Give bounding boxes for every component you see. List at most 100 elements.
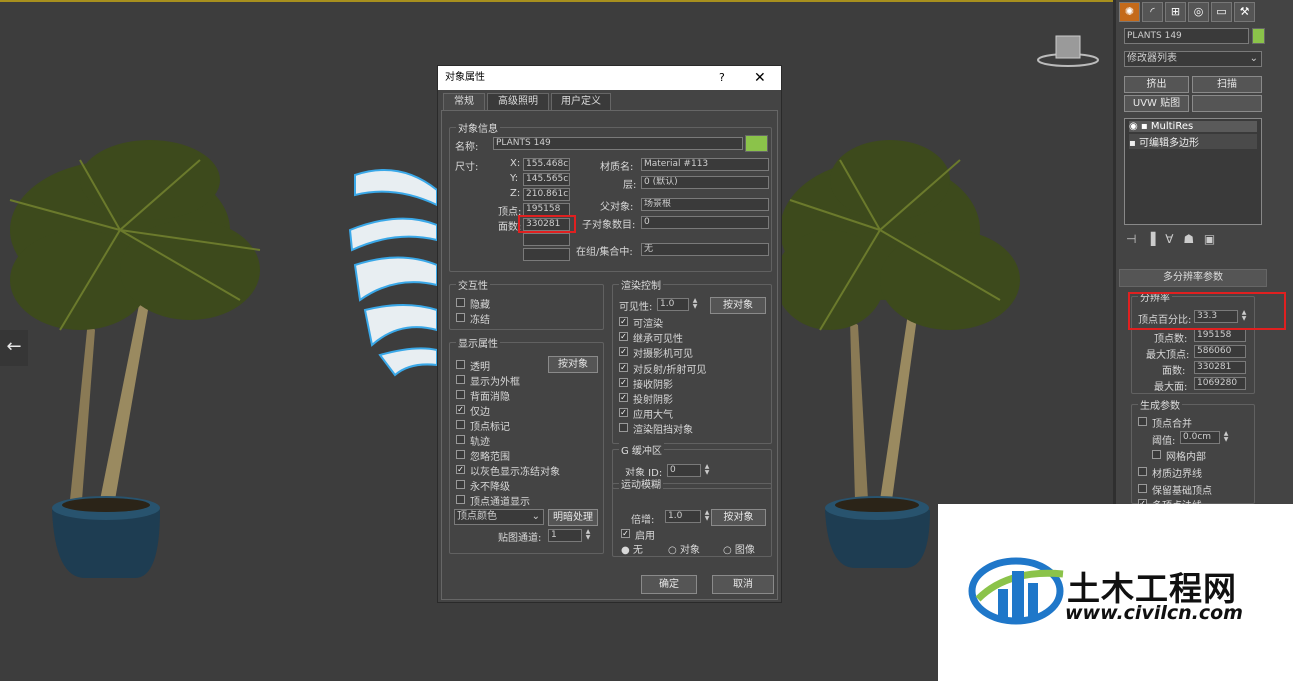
render-checkbox-label: 对摄影机可见: [633, 349, 693, 361]
render-title: 渲染控制: [619, 277, 663, 292]
motion-tab-icon[interactable]: ◎: [1188, 2, 1209, 22]
render-by-object-button[interactable]: 按对象: [710, 297, 766, 314]
stack-item-multires[interactable]: ◉ ▪ MultiRes: [1129, 121, 1257, 132]
utilities-tab-icon[interactable]: ⚒: [1234, 2, 1255, 22]
keep-base-checkbox[interactable]: [1138, 484, 1147, 493]
display-checkbox-label: 以灰色显示冻结对象: [470, 467, 560, 478]
shading-button[interactable]: 明暗处理: [548, 509, 598, 526]
faces-highlight-box: [518, 215, 576, 233]
keep-base-label: 保留基础顶点: [1152, 486, 1212, 497]
panel-color-swatch[interactable]: [1252, 28, 1265, 44]
radio-none[interactable]: ● 无: [621, 541, 643, 556]
display-tab-icon[interactable]: ▭: [1211, 2, 1232, 22]
vertex-count-label: 顶点数:: [1154, 334, 1188, 345]
vertex-merge-checkbox[interactable]: [1138, 417, 1147, 426]
display-checkbox[interactable]: [456, 495, 465, 504]
render-group: 渲染控制 可见性: 1.0 ▲ ▼ 按对象 ✓ 可渲染 ✓ 继承可见性 ✓ 对摄影机可见 ✓ 对…: [612, 277, 772, 444]
nav-left-arrow[interactable]: ←: [0, 330, 28, 366]
modifier-list-dropdown[interactable]: 修改器列表 ⌄: [1124, 51, 1262, 67]
render-checkbox[interactable]: ✓: [619, 317, 628, 326]
material-boundary-checkbox[interactable]: [1138, 467, 1147, 476]
visibility-spinner[interactable]: ▲ ▼: [691, 298, 699, 311]
visibility-field[interactable]: 1.0: [657, 298, 689, 311]
render-checkbox[interactable]: [619, 423, 628, 433]
chevron-down-icon: ⌄: [531, 511, 540, 522]
display-checkbox-label: 忽略范围: [470, 452, 510, 463]
display-checkbox[interactable]: ✓: [456, 465, 465, 474]
map-channel-field[interactable]: 1: [548, 529, 582, 542]
hide-checkbox[interactable]: [456, 298, 465, 307]
multiplier-spinner[interactable]: ▲ ▼: [703, 510, 711, 523]
name-field[interactable]: PLANTS 149: [493, 137, 743, 150]
viewcube[interactable]: [1036, 30, 1100, 70]
render-checkbox-label: 接收阴影: [633, 379, 673, 391]
map-channel-spinner[interactable]: ▲ ▼: [584, 529, 592, 542]
panel-object-name[interactable]: PLANTS 149: [1124, 28, 1249, 44]
z-label: Z:: [510, 188, 521, 199]
object-color-swatch[interactable]: [745, 135, 768, 152]
help-button[interactable]: ?: [719, 66, 725, 90]
within-mesh-label: 网格内部: [1166, 452, 1206, 463]
hierarchy-tab-icon[interactable]: ⊞: [1165, 2, 1186, 22]
display-checkbox[interactable]: [456, 420, 465, 429]
watermark: 土木工程网 www.civilcn.com: [938, 504, 1293, 681]
render-checkbox[interactable]: ✓: [619, 393, 628, 402]
extrude-button[interactable]: 挤出: [1124, 76, 1189, 93]
tab-general[interactable]: 常规: [443, 93, 485, 111]
modify-tab-icon[interactable]: ◜: [1142, 2, 1163, 22]
threshold-field[interactable]: 0.0cm: [1180, 431, 1220, 444]
render-checkbox[interactable]: ✓: [619, 377, 628, 387]
within-mesh-checkbox[interactable]: [1152, 450, 1161, 459]
close-icon[interactable]: ✕: [754, 66, 766, 90]
render-checkbox-label: 应用大气: [633, 410, 673, 422]
render-checkbox[interactable]: ✓: [619, 408, 628, 418]
object-id-field[interactable]: 0: [667, 464, 701, 477]
tab-user-defined[interactable]: 用户定义: [551, 93, 611, 111]
freeze-checkbox[interactable]: [456, 313, 465, 322]
motion-by-object-button[interactable]: 按对象: [711, 509, 766, 526]
display-checkbox[interactable]: ✓: [456, 405, 465, 414]
empty-modifier-button[interactable]: [1192, 95, 1262, 112]
render-checkbox[interactable]: ✓: [619, 347, 628, 357]
enable-checkbox[interactable]: ✓: [621, 529, 630, 538]
radio-image[interactable]: ○ 图像: [723, 541, 755, 556]
display-checkbox[interactable]: [456, 390, 465, 399]
motion-blur-title: 运动模糊: [619, 476, 663, 491]
multires-rollout-header[interactable]: 多分辨率参数: [1119, 269, 1267, 287]
multiplier-field[interactable]: 1.0: [665, 510, 701, 523]
object-id-spinner[interactable]: ▲ ▼: [703, 464, 711, 477]
stack-item-editable-poly[interactable]: ▪ 可编辑多边形: [1129, 134, 1257, 149]
modifier-stack[interactable]: ◉ ▪ MultiRes ▪ 可编辑多边形: [1124, 118, 1262, 225]
display-by-object-button[interactable]: 按对象: [548, 356, 598, 373]
threshold-spinner[interactable]: ▲ ▼: [1222, 431, 1230, 444]
object-properties-dialog: 对象属性 ? ✕ 常规 高级照明 用户定义 对象信息 名称: PLANTS 14…: [437, 65, 782, 603]
sweep-button[interactable]: 扫描: [1192, 76, 1262, 93]
stack-toolbar-icons[interactable]: ⊣ ▐ ∀ ☗ ▣: [1126, 232, 1218, 246]
vertex-merge-label: 顶点合并: [1152, 419, 1192, 430]
display-checkbox-label: 轨迹: [470, 437, 490, 448]
create-tab-icon[interactable]: ✺: [1119, 2, 1140, 22]
cancel-button[interactable]: 取消: [712, 575, 774, 594]
chevron-down-icon: ⌄: [1249, 53, 1258, 64]
display-checkbox[interactable]: [456, 480, 465, 489]
parent-value: 场景根: [641, 198, 769, 211]
display-checkbox[interactable]: [456, 375, 465, 384]
render-checkbox-label: 渲染阻挡对象: [633, 425, 693, 437]
render-checkbox[interactable]: ✓: [619, 362, 628, 372]
uvw-map-button[interactable]: UVW 贴图: [1124, 95, 1189, 112]
render-checkbox[interactable]: ✓: [619, 332, 628, 342]
display-checkbox[interactable]: [456, 360, 465, 369]
ok-button[interactable]: 确定: [641, 575, 697, 594]
tab-advanced-lighting[interactable]: 高级照明: [487, 93, 549, 111]
civilcn-logo-icon: [968, 557, 1064, 625]
vertex-percent-highlight-box: [1128, 292, 1286, 330]
radio-object[interactable]: ○ 对象: [668, 541, 700, 556]
dims-label: 尺寸:: [455, 162, 479, 173]
vertex-color-dropdown[interactable]: 顶点颜色 ⌄: [454, 509, 544, 525]
render-checkbox-label: 对反射/折射可见: [633, 364, 707, 376]
group-label: 在组/集合中:: [576, 247, 633, 258]
display-checkbox[interactable]: [456, 435, 465, 444]
left-plant: [9, 140, 261, 578]
display-checkbox[interactable]: [456, 450, 465, 459]
z-value: 210.861cm: [523, 188, 570, 201]
